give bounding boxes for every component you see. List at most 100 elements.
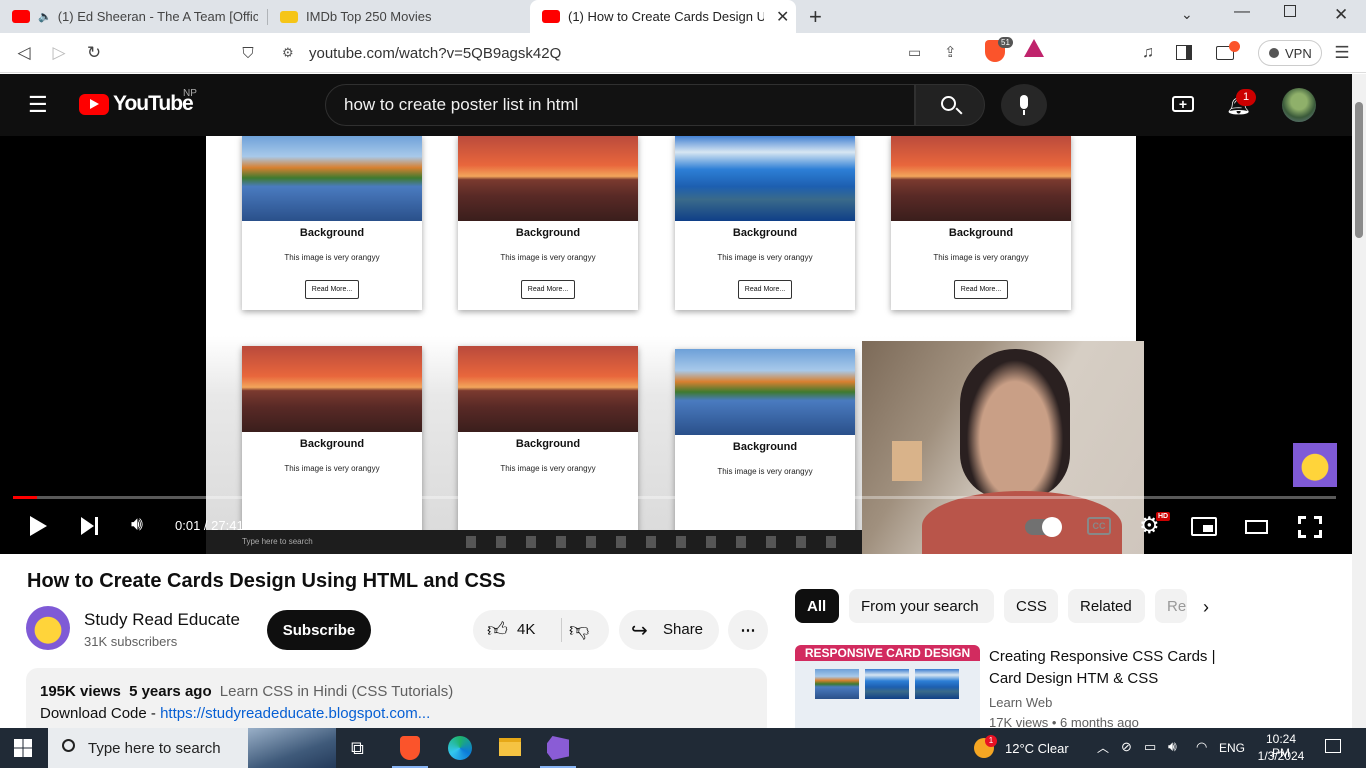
chip-all[interactable]: All [795, 589, 839, 623]
network-off-icon[interactable]: ⊘ [1121, 739, 1132, 755]
card-image [891, 136, 1071, 221]
create-video-icon[interactable]: + [1172, 96, 1194, 112]
notification-count-badge: 1 [1236, 89, 1256, 106]
forward-icon[interactable]: ▷ [47, 41, 71, 65]
page-scrollbar[interactable] [1352, 74, 1366, 728]
more-actions-button[interactable]: ⋯ [728, 610, 768, 650]
captions-icon[interactable]: CC [1087, 517, 1111, 535]
read-more-button: Read More... [737, 280, 793, 299]
card-description: This image is very orangyy [933, 253, 1029, 262]
new-tab-icon[interactable]: + [809, 4, 822, 30]
bookmark-icon[interactable]: ⛉ [236, 41, 260, 65]
time-display: 0:01 / 27:41 [175, 518, 244, 533]
speaker-icon[interactable]: 🔈 [38, 10, 52, 23]
search-highlight-image [248, 728, 336, 768]
card-title: Background [299, 438, 365, 450]
card-title: Background [299, 227, 365, 239]
miniplayer-icon[interactable] [1191, 517, 1217, 536]
video-player[interactable]: Background This image is very orangyy Read… [0, 136, 1352, 554]
current-time: 0:01 [175, 518, 201, 533]
progress-bar[interactable] [13, 496, 1336, 499]
maximize-icon[interactable] [1284, 5, 1296, 17]
channel-watermark-icon[interactable] [1293, 443, 1337, 487]
recommended-thumbnail[interactable]: RESPONSIVE CARD DESIGN [795, 645, 980, 730]
reload-icon[interactable]: ↻ [82, 41, 106, 65]
chip-from-your-search[interactable]: From your search [849, 589, 994, 623]
windows-taskbar: Type here to search ⧉ 1 12°C Clear ︿ ⊘ ▭… [0, 728, 1366, 768]
windows-search-box[interactable]: Type here to search [48, 728, 336, 768]
channel-avatar[interactable] [26, 606, 70, 650]
cast-icon[interactable]: ▭ [908, 44, 921, 61]
next-video-icon[interactable] [81, 517, 94, 535]
theater-mode-icon[interactable] [1245, 520, 1268, 534]
youtube-logo-icon[interactable] [79, 94, 109, 115]
visual-studio-icon[interactable] [547, 736, 569, 760]
autoplay-knob-icon [1042, 517, 1062, 537]
language-indicator[interactable]: ENG [1219, 741, 1245, 755]
weather-text[interactable]: 12°C Clear [1005, 741, 1069, 756]
hamburger-menu-icon[interactable]: ☰ [28, 94, 48, 116]
account-avatar[interactable] [1282, 88, 1316, 122]
volume-icon[interactable]: 🔊︎ [131, 514, 143, 536]
tab-search-chevron-icon[interactable]: ⌄ [1181, 6, 1193, 23]
dislike-icon[interactable]: 👎︎ [569, 618, 589, 642]
back-icon[interactable]: ◁ [12, 41, 36, 65]
voice-search-button[interactable] [1001, 84, 1047, 126]
like-divider [561, 618, 562, 642]
clock-date[interactable]: 1/3/2024 [1256, 749, 1306, 763]
share-page-icon[interactable]: ⇪ [944, 43, 957, 61]
menu-icon[interactable]: ☰ [1330, 41, 1354, 65]
card-description: This image is very orangyy [717, 253, 813, 262]
download-link[interactable]: https://studyreadeducate.blogspot.com... [160, 705, 430, 722]
site-info-icon[interactable]: ⚙ [282, 45, 294, 61]
windows-start-icon[interactable] [14, 739, 32, 757]
close-tab-icon[interactable]: ✕ [776, 7, 789, 27]
read-more-button: Read More... [953, 280, 1009, 299]
subscribe-button[interactable]: Subscribe [267, 610, 371, 650]
edge-taskbar-icon[interactable] [448, 736, 472, 760]
file-explorer-icon[interactable] [499, 738, 521, 756]
view-count: 195K views [40, 683, 121, 700]
sidebar-toggle-icon[interactable] [1176, 45, 1192, 60]
autoplay-toggle[interactable] [1025, 517, 1062, 537]
address-bar[interactable]: ⚙ youtube.com/watch?v=5QB9agsk42Q ▭ ⇪ [272, 38, 1052, 68]
playlist-link[interactable]: Learn CSS in Hindi (CSS Tutorials) [220, 683, 453, 700]
tab-active-cards-design[interactable]: (1) How to Create Cards Design U ✕ [530, 0, 796, 33]
recommended-title[interactable]: Creating Responsive CSS Cards | Card Des… [989, 646, 1229, 690]
chevron-right-icon[interactable]: › [1203, 597, 1209, 618]
music-icon[interactable]: ♫ [1136, 41, 1160, 65]
like-icon[interactable]: 👍︎ [487, 618, 508, 642]
play-button-icon[interactable] [30, 516, 47, 536]
notification-center-icon[interactable] [1325, 739, 1341, 753]
tray-overflow-chevron-icon[interactable]: ︿ [1097, 739, 1109, 756]
brave-rewards-icon[interactable] [1024, 39, 1044, 57]
browser-tab-strip: 🔈 (1) Ed Sheeran - The A Team [Offic IMD… [0, 0, 1366, 33]
channel-name[interactable]: Study Read Educate [84, 610, 240, 630]
scrollbar-thumb[interactable] [1355, 102, 1363, 238]
task-view-icon[interactable]: ⧉ [351, 738, 364, 759]
card-image [675, 136, 855, 221]
minimize-icon[interactable]: — [1234, 3, 1250, 21]
youtube-logo-text[interactable]: YouTube [113, 92, 194, 116]
search-icon-handle [955, 107, 963, 115]
close-window-icon[interactable]: ✕ [1334, 5, 1348, 25]
speaker-tray-icon[interactable]: 🔊︎ [1168, 738, 1177, 755]
chip-related[interactable]: Related [1068, 589, 1145, 623]
brave-taskbar-icon[interactable] [400, 736, 420, 760]
search-input[interactable]: how to create poster list in html [325, 84, 915, 126]
shield-count-badge: 51 [998, 37, 1013, 48]
thumbnail-card-image [815, 669, 859, 699]
chip-recent[interactable]: Re [1155, 589, 1187, 623]
battery-icon[interactable]: ▭ [1144, 739, 1156, 755]
like-count[interactable]: 4K [517, 621, 535, 638]
search-button[interactable] [915, 84, 985, 126]
vpn-button[interactable]: VPN [1258, 40, 1322, 66]
tab-imdb[interactable]: IMDb Top 250 Movies [268, 0, 530, 33]
tab-ed-sheeran[interactable]: 🔈 (1) Ed Sheeran - The A Team [Offic [0, 0, 268, 33]
url-text: youtube.com/watch?v=5QB9agsk42Q [309, 45, 562, 62]
recommended-channel[interactable]: Learn Web [989, 695, 1052, 710]
fullscreen-icon[interactable] [1298, 516, 1322, 538]
share-button[interactable]: ↪ Share [619, 610, 719, 650]
chip-css[interactable]: CSS [1004, 589, 1058, 623]
wifi-icon[interactable]: ◠ [1196, 739, 1207, 755]
